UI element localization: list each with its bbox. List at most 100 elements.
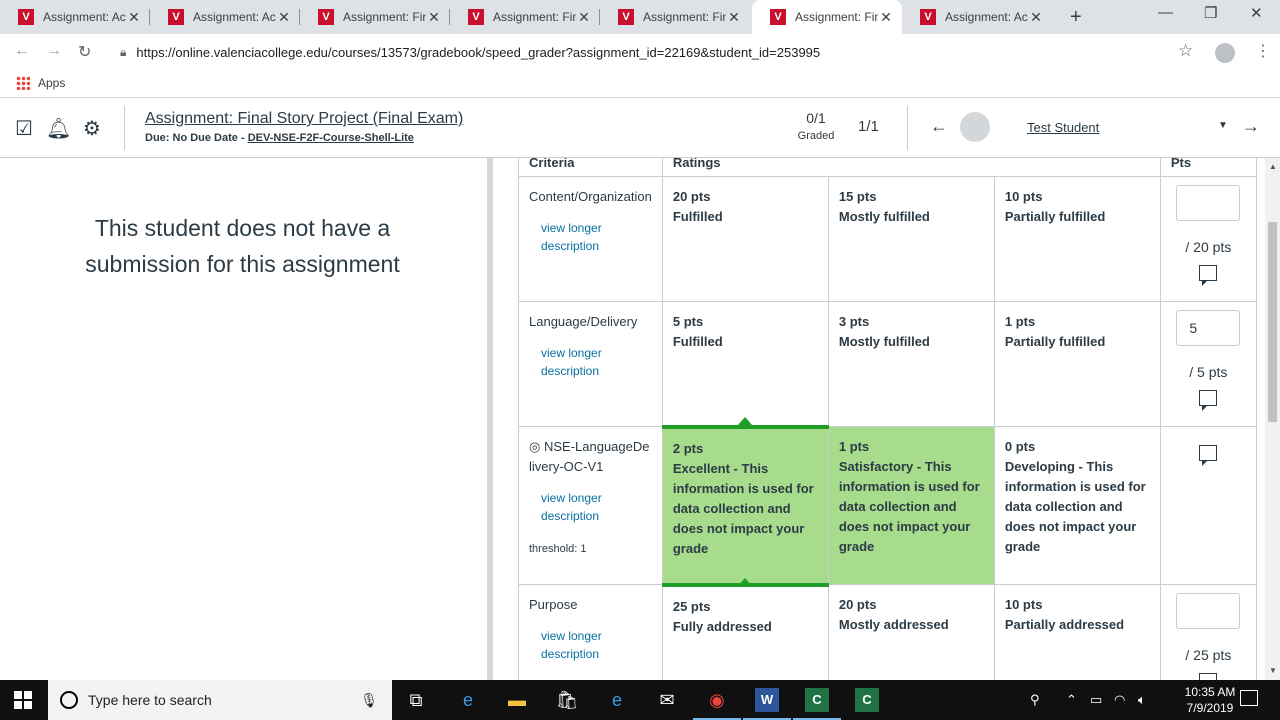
comment-icon[interactable] [1199,390,1218,411]
rating-description: Fully addressed [672,618,772,634]
gradebook-icon[interactable]: ☑ [12,116,36,140]
volume-icon[interactable]: 🔈︎ [1138,692,1146,708]
rating-points: 10 pts [1004,597,1043,612]
comment-icon[interactable] [1199,445,1218,466]
chevron-down-icon[interactable]: ▼ [1218,120,1228,131]
ratings-header: Ratings [661,158,1161,177]
back-icon[interactable]: ← [14,42,30,60]
windows-start-icon[interactable] [14,691,32,709]
chrome-icon[interactable]: ◉ [693,688,741,720]
points-input[interactable] [1176,185,1241,221]
close-tab-icon[interactable]: ✕ [276,9,292,26]
outcome-target-icon: ◎ [529,439,541,454]
show-hidden-icons[interactable]: ⌃ [1066,692,1077,708]
browser-tab-active[interactable]: V Assignment: Fin ✕ [752,0,902,34]
scrollbar-thumb[interactable] [1268,222,1277,422]
new-tab-icon[interactable]: + [1070,6,1082,29]
selected-marker-icon [736,416,753,426]
reload-icon[interactable]: ↻ [78,42,91,62]
previous-student-icon[interactable]: ← [930,116,948,137]
camtasia-recorder-icon[interactable]: C [855,688,879,712]
view-longer-description-link[interactable]: view longer description [531,489,652,525]
browser-tab[interactable]: V Assignment: Ac ✕ [150,0,300,34]
cortana-icon [60,691,78,709]
close-window-icon[interactable]: ✕ [1250,4,1263,22]
rubric-panel: Criteria Ratings Pts Content/Organizatio… [493,158,1265,680]
rating-cell[interactable]: 10 pts Partially addressed [993,584,1161,680]
rating-points: 1 pts [838,439,870,454]
points-possible: / 20 pts [1185,239,1232,255]
close-tab-icon[interactable]: ✕ [576,9,592,26]
wifi-icon[interactable]: ◠ [1114,692,1125,708]
rating-points: 5 pts [672,314,704,329]
search-placeholder: Type here to search [88,692,212,708]
tab-title: Assignment: Ac [193,10,276,24]
rubric-scrollbar[interactable]: ▲ ▼ [1265,158,1280,680]
task-view-icon[interactable]: ⧉ [404,688,428,712]
battery-icon[interactable]: ▭ [1090,692,1102,708]
forward-icon[interactable]: → [46,42,62,60]
view-longer-description-link[interactable]: view longer description [531,219,652,255]
rating-cell[interactable]: 5 pts Fulfilled [661,301,829,427]
camtasia-icon[interactable]: C [793,688,841,720]
view-longer-description-link[interactable]: view longer description [531,344,652,380]
comment-icon[interactable] [1199,673,1218,680]
assignment-title-link[interactable]: Assignment: Final Story Project (Final E… [145,110,463,128]
close-tab-icon[interactable]: ✕ [426,9,442,26]
comment-icon[interactable] [1199,265,1218,286]
points-input[interactable] [1176,593,1241,629]
address-bar[interactable]: 🔒︎ https://online.valenciacollege.edu/co… [108,38,1208,66]
rating-cell[interactable]: 25 pts Fully addressed [661,584,829,680]
rating-cell[interactable]: 3 pts Mostly fulfilled [827,301,995,427]
rating-cell-selected[interactable]: 2 pts Excellent - This information is us… [661,416,829,587]
student-select[interactable]: Test Student [1027,120,1099,135]
view-longer-description-link[interactable]: view longer description [531,627,652,663]
rating-cell-hover[interactable]: 1 pts Satisfactory - This information is … [827,426,995,585]
rating-cell[interactable]: 20 pts Fulfilled [661,176,829,302]
restore-icon[interactable]: ❐ [1204,4,1217,22]
microphone-icon[interactable]: 🎙︎ [360,692,378,709]
points-input[interactable]: 5 [1176,310,1241,346]
file-explorer-icon[interactable]: ▬ [505,688,529,712]
chrome-menu-icon[interactable]: ⋮ [1255,41,1271,61]
browser-tab[interactable]: V Assignment: Fin ✕ [450,0,600,34]
taskbar-clock[interactable]: 10:35 AM 7/9/2019 [1170,684,1250,716]
close-tab-icon[interactable]: ✕ [1028,9,1044,26]
rating-cell[interactable]: 15 pts Mostly fulfilled [827,176,995,302]
profile-avatar-icon[interactable] [1215,43,1235,63]
lock-icon: 🔒︎ [120,44,127,59]
course-link[interactable]: DEV-NSE-F2F-Course-Shell-Lite [248,132,414,144]
browser-tab[interactable]: V Assignment: Fin ✕ [300,0,450,34]
apps-bookmark[interactable]: Apps [16,76,65,90]
bell-icon[interactable]: 🔔︎ [46,116,71,140]
people-icon[interactable]: ⚲ [1030,692,1040,708]
criterion-name: Content/Organization [529,189,652,204]
gear-icon[interactable]: ⚙ [80,116,104,140]
browser-tab[interactable]: V Assignment: Ac ✕ [902,0,1052,34]
close-tab-icon[interactable]: ✕ [878,9,894,26]
browser-tab[interactable]: V Assignment: Fin ✕ [600,0,750,34]
rating-cell[interactable]: 10 pts Partially fulfilled [993,176,1161,302]
mail-icon[interactable]: ✉ [655,688,679,712]
rating-cell[interactable]: 1 pts Partially fulfilled [993,301,1161,427]
scroll-down-icon[interactable]: ▼ [1269,666,1277,675]
next-student-icon[interactable]: → [1242,116,1260,137]
bookmarks-bar: Apps [0,70,1280,98]
store-icon[interactable]: 🛍︎ [555,688,579,712]
tab-title: Assignment: Fin [343,10,426,24]
browser-tab[interactable]: V Assignment: Ac ✕ [0,0,150,34]
minimize-icon[interactable]: — [1158,4,1173,21]
word-icon[interactable]: W [743,688,791,720]
criterion-name: Purpose [529,597,578,612]
edge-icon[interactable]: e [456,688,480,712]
close-tab-icon[interactable]: ✕ [726,9,742,26]
bookmark-star-icon[interactable]: ☆ [1178,41,1193,61]
internet-explorer-icon[interactable]: e [605,688,629,712]
valencia-favicon-icon: V [618,9,634,25]
close-tab-icon[interactable]: ✕ [126,9,142,26]
taskbar-search[interactable]: Type here to search 🎙︎ [48,680,392,720]
rating-cell[interactable]: 20 pts Mostly addressed [827,584,995,680]
scroll-up-icon[interactable]: ▲ [1269,162,1277,171]
action-center-icon[interactable] [1240,690,1258,706]
rating-cell[interactable]: 0 pts Developing - This information is us… [993,426,1161,585]
